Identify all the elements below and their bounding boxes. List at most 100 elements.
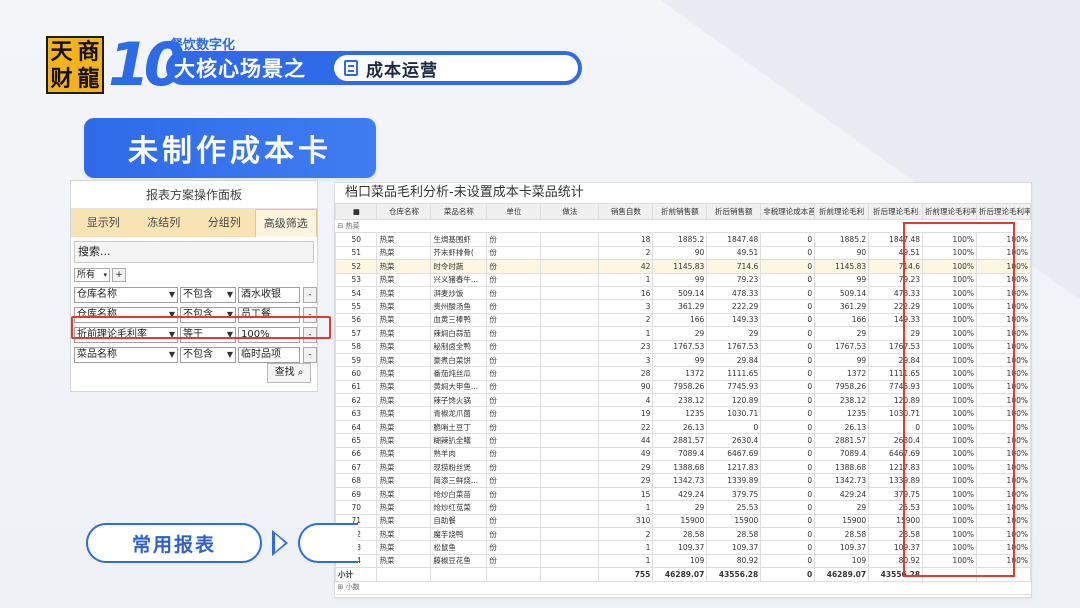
- cell-method: [540, 460, 600, 475]
- cell-qty: 1: [598, 500, 654, 515]
- condition-field-select[interactable]: 仓库名称 ▼: [74, 287, 178, 303]
- chevron-down-icon: ▾: [103, 271, 107, 279]
- condition-value-input[interactable]: 临时品项: [238, 347, 300, 363]
- cell-method: [540, 446, 600, 462]
- cell-cost: 0: [760, 312, 816, 328]
- cell-post: 25.53: [706, 500, 762, 515]
- cell-no: 52: [335, 259, 378, 274]
- condition-op-select[interactable]: 不包含 ▼: [180, 347, 236, 363]
- cell-wh: 热菜: [376, 433, 432, 448]
- cell-post: 222.29: [706, 299, 762, 314]
- cell-gp_pre: 166: [814, 312, 870, 328]
- total-cost: 0.0000: [760, 593, 815, 597]
- cell-gp_pre: 429.24: [814, 486, 870, 502]
- column-header[interactable]: 折前理论毛利率: [922, 203, 977, 220]
- cell-unit: 份: [486, 433, 542, 448]
- chevron-down-icon: ▼: [168, 350, 175, 359]
- column-header[interactable]: 菜品名称: [430, 203, 488, 220]
- remove-condition-button[interactable]: -: [303, 287, 317, 303]
- cell-qty: 22: [598, 419, 654, 435]
- cell-unit: 份: [486, 419, 542, 435]
- cell-gp_pre: 1767.53: [814, 339, 870, 354]
- find-button[interactable]: 查找 ⌕: [267, 363, 311, 383]
- cell-pre: 238.12: [652, 393, 708, 408]
- tab-group-columns[interactable]: 分组列: [194, 209, 255, 237]
- total-post: 182893.0...: [706, 593, 761, 597]
- cell-unit: 份: [486, 513, 542, 528]
- cell-wh: 热菜: [376, 513, 432, 528]
- cell-dish: 生焗基围虾: [430, 232, 488, 247]
- cell-cost: 0: [760, 393, 816, 408]
- cell-unit: 份: [486, 352, 542, 368]
- column-header[interactable]: 仓库名称: [376, 203, 432, 220]
- common-reports-button[interactable]: 常用报表: [86, 523, 262, 563]
- column-header[interactable]: 销售自数: [598, 203, 654, 220]
- subtotal-label: 小计: [335, 567, 378, 582]
- empty-cell: [486, 593, 541, 597]
- cell-method: [540, 393, 600, 408]
- column-header[interactable]: 非税理论成本首: [760, 203, 816, 220]
- column-header[interactable]: 折前理论毛利: [814, 203, 870, 220]
- header-pill: 成本运营: [334, 55, 578, 81]
- cell-cost: 0: [760, 473, 816, 488]
- cell-wh: 热菜: [376, 419, 432, 435]
- cell-pre: 109.37: [652, 540, 708, 555]
- tab-advanced-filter[interactable]: 高级筛选: [254, 209, 317, 237]
- cell-qty: 16: [598, 285, 654, 301]
- column-header[interactable]: 折后理论毛利: [868, 203, 924, 220]
- cell-post: 1030.71: [706, 406, 762, 421]
- add-condition-button[interactable]: +: [112, 268, 126, 282]
- cell-unit: 份: [486, 366, 542, 381]
- condition-field: 菜品名称: [77, 349, 117, 360]
- cell-dish: 青椒龙爪菌: [430, 406, 488, 421]
- condition-field-select[interactable]: 菜品名称 ▼: [74, 347, 178, 363]
- cell-post: 1111.65: [706, 366, 762, 381]
- cell-method: [540, 245, 600, 261]
- column-header[interactable]: 单位: [486, 203, 542, 220]
- cell-pre: 29: [652, 326, 708, 341]
- cell-gp_pre: 7089.4: [814, 446, 870, 462]
- cell-wh: 热菜: [376, 272, 432, 287]
- cell-pre: 7958.26: [652, 379, 708, 395]
- next-nav-button[interactable]: [298, 523, 358, 563]
- cell-gp_pre: 15900: [814, 513, 870, 528]
- cell-pre: 29: [652, 500, 708, 515]
- column-header[interactable]: 折后销售额: [706, 203, 762, 220]
- cell-wh: 热菜: [376, 299, 432, 314]
- cell-method: [540, 526, 600, 542]
- group-row[interactable]: ⊞ 小数: [335, 580, 1031, 595]
- group-label: ⊞ 小数: [335, 580, 1031, 595]
- column-header[interactable]: 做法: [540, 203, 600, 220]
- cell-qty: 28: [598, 366, 654, 381]
- column-header[interactable]: 折前销售额: [652, 203, 708, 220]
- cell-cost: 0: [760, 259, 816, 274]
- cell-dish: 芥末虾排骨(: [430, 245, 488, 261]
- cell-unit: 份: [486, 326, 542, 341]
- condition-field: 仓库名称: [77, 289, 117, 300]
- cell-cost: 0: [760, 272, 816, 287]
- cell-cost: 0: [760, 553, 816, 569]
- cell-no: 50: [335, 232, 378, 247]
- corner-cell[interactable]: ■: [335, 203, 378, 220]
- condition-highlight-box: [71, 316, 331, 339]
- cell-no: 58: [335, 339, 378, 354]
- chevron-right-icon[interactable]: [272, 530, 288, 556]
- cell-cost: 0: [760, 433, 816, 448]
- tab-display-columns[interactable]: 显示列: [73, 209, 134, 237]
- cell-gp_pre: 99: [814, 352, 870, 368]
- logic-select[interactable]: 所有 ▾: [74, 268, 110, 282]
- cell-pre: 1235: [652, 406, 708, 421]
- cell-method: [540, 486, 600, 502]
- search-input[interactable]: 搜索...: [74, 241, 314, 263]
- remove-condition-button[interactable]: -: [303, 347, 317, 363]
- cell-unit: 份: [486, 245, 542, 261]
- condition-value-input[interactable]: 酒水收银: [238, 287, 300, 303]
- cell-method: [540, 352, 600, 368]
- condition-op-select[interactable]: 不包含 ▼: [180, 287, 236, 303]
- cell-wh: 热菜: [376, 232, 432, 247]
- column-header[interactable]: 折后理论毛利率: [976, 203, 1031, 220]
- cell-method: [540, 326, 600, 341]
- tab-freeze-columns[interactable]: 冻结列: [134, 209, 195, 237]
- cell-pre: 109: [652, 553, 708, 569]
- cell-gp_pre: 1235: [814, 406, 870, 421]
